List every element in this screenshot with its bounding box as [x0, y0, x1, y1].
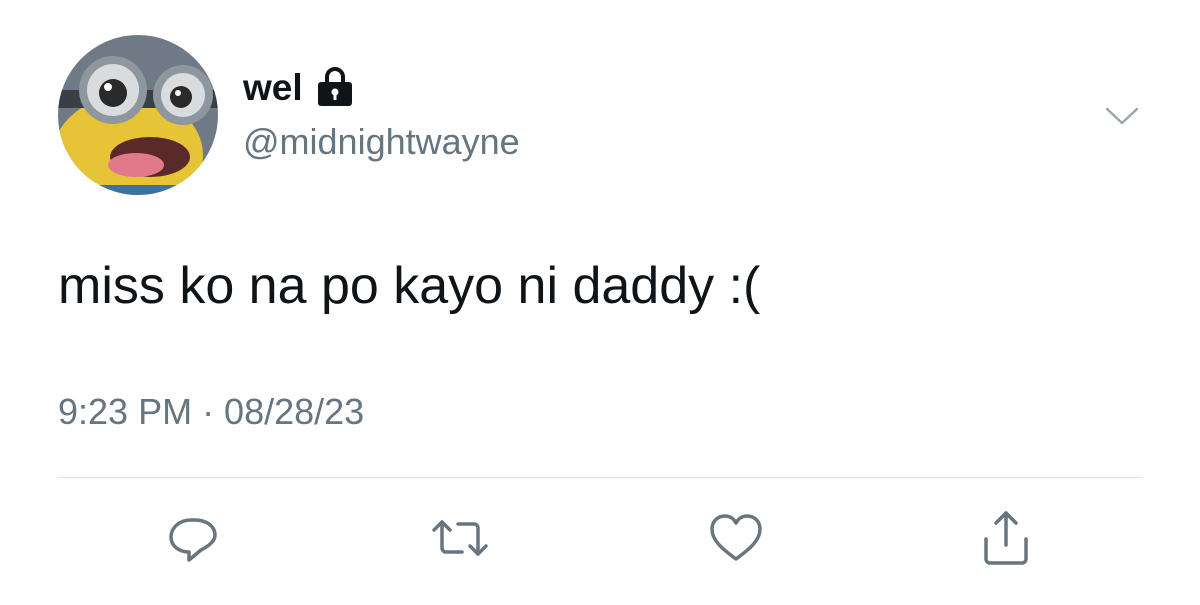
- avatar[interactable]: [58, 35, 218, 195]
- divider: [58, 477, 1142, 478]
- retweet-button[interactable]: [430, 508, 490, 568]
- reply-button[interactable]: [163, 508, 223, 568]
- reply-icon: [169, 518, 217, 562]
- lock-icon: [315, 66, 355, 108]
- chevron-down-icon[interactable]: [1104, 104, 1140, 128]
- display-name-text: wel: [243, 66, 303, 108]
- handle[interactable]: @midnightwayne: [243, 124, 520, 160]
- minion-avatar-icon: [58, 35, 218, 195]
- share-button[interactable]: [976, 508, 1036, 568]
- like-button[interactable]: [706, 508, 766, 568]
- like-icon: [710, 514, 762, 561]
- display-name[interactable]: wel: [243, 66, 355, 108]
- retweet-icon: [432, 520, 488, 556]
- timestamp[interactable]: 9:23 PM · 08/28/23: [58, 394, 364, 430]
- share-icon: [984, 511, 1028, 565]
- tweet-text: miss ko na po kayo ni daddy :(: [58, 257, 761, 315]
